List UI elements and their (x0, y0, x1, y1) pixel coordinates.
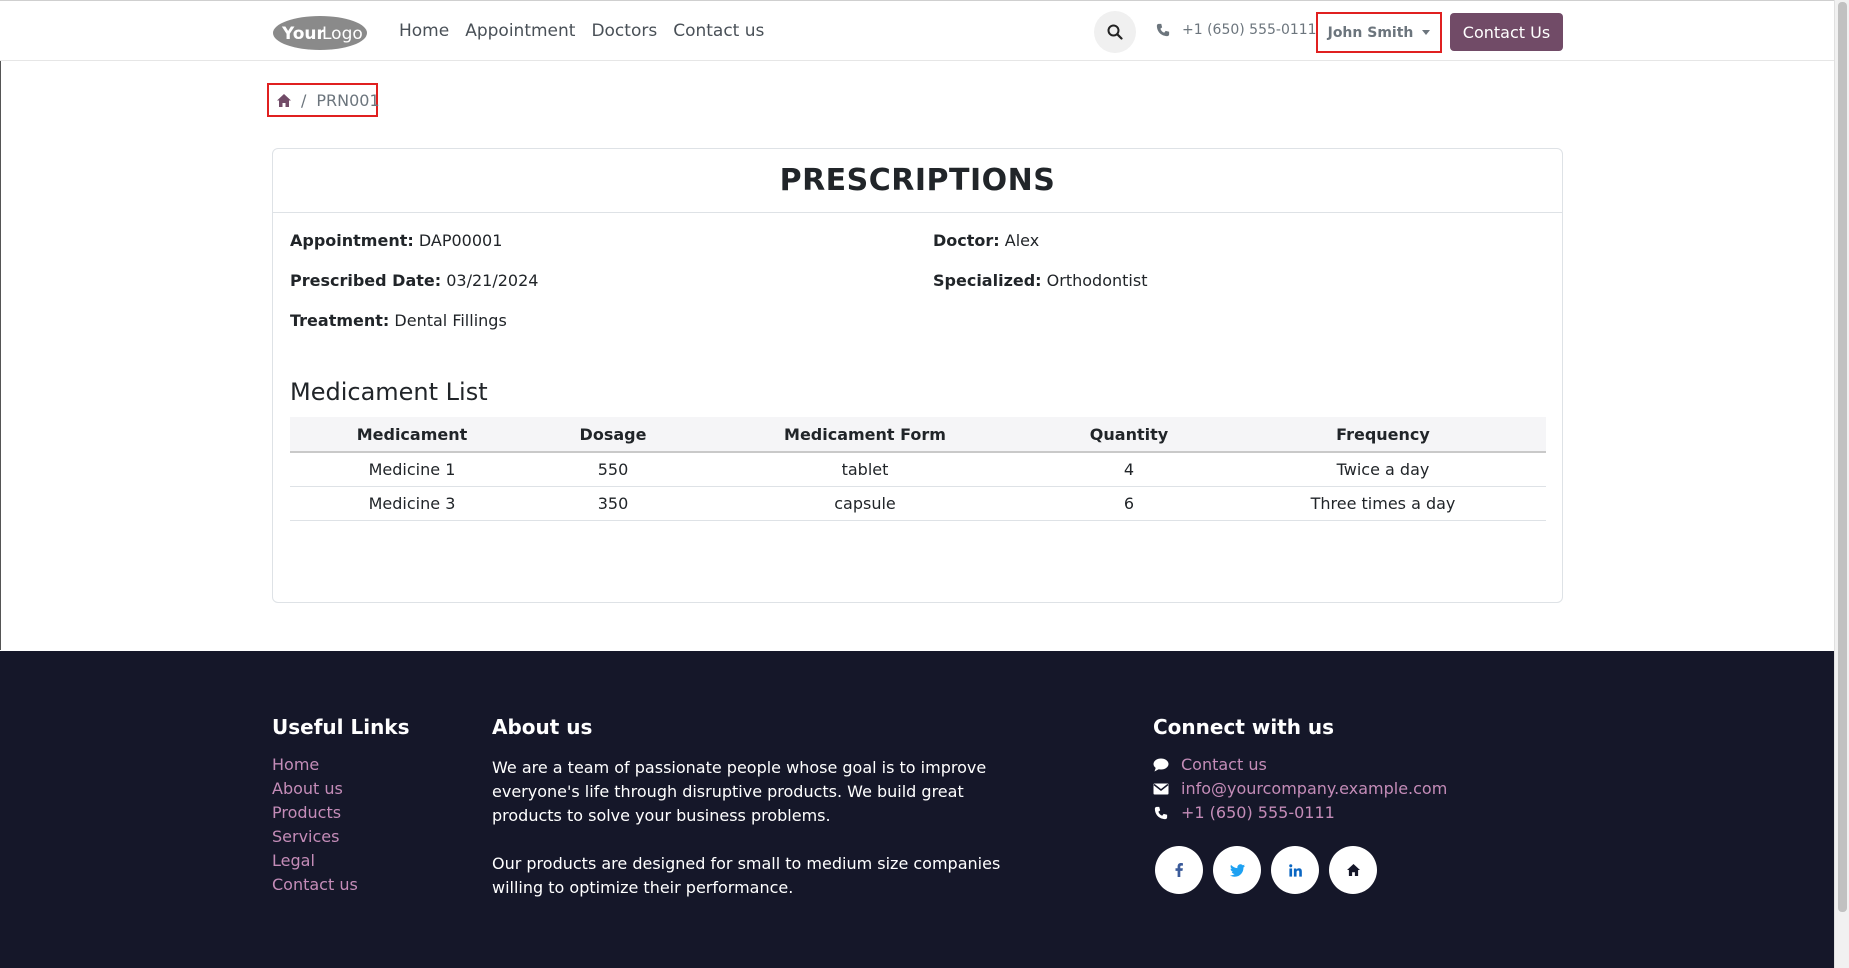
prescribed-date-field: Prescribed Date: 03/21/2024 (290, 271, 538, 290)
cell-form: capsule (692, 486, 1038, 521)
col-frequency: Frequency (1220, 417, 1546, 453)
site-header: Your Logo Home Appointment Doctors Conta… (0, 0, 1834, 61)
footer-link-contact-us[interactable]: Contact us (272, 875, 358, 895)
treatment-field: Treatment: Dental Fillings (290, 311, 507, 330)
footer-link-products[interactable]: Products (272, 803, 358, 823)
phone-icon (1156, 23, 1170, 37)
main-nav: Home Appointment Doctors Contact us (399, 21, 764, 41)
cell-form: tablet (692, 452, 1038, 487)
nav-contact-us[interactable]: Contact us (673, 21, 764, 41)
doctor-value: Alex (1004, 231, 1040, 250)
footer-link-home[interactable]: Home (272, 755, 358, 775)
connect-title: Connect with us (1153, 715, 1335, 739)
svg-text:Your: Your (281, 24, 326, 44)
caret-down-icon (1422, 30, 1431, 35)
table-header-row: Medicament Dosage Medicament Form Quanti… (290, 417, 1546, 453)
home-icon (1346, 864, 1360, 876)
search-icon (1107, 24, 1123, 40)
about-us-title: About us (492, 715, 593, 739)
useful-links-list: Home About us Products Services Legal Co… (272, 755, 358, 895)
col-dosage: Dosage (534, 417, 692, 453)
appointment-label: Appointment: (290, 231, 414, 250)
useful-links-title: Useful Links (272, 715, 410, 739)
col-medicament: Medicament (290, 417, 534, 453)
col-quantity: Quantity (1038, 417, 1220, 453)
breadcrumb-separator: / (301, 90, 307, 110)
connect-email-text: info@yourcompany.example.com (1181, 779, 1448, 798)
company-logo[interactable]: Your Logo (272, 13, 368, 53)
phone-icon (1153, 806, 1169, 820)
vertical-scrollbar[interactable] (1834, 0, 1849, 968)
page-edge (0, 0, 1, 650)
specialized-field: Specialized: Orthodontist (933, 271, 1147, 290)
treatment-value: Dental Fillings (394, 311, 507, 330)
table-row: Medicine 1 550 tablet 4 Twice a day (290, 452, 1546, 487)
user-menu-dropdown[interactable]: John Smith (1316, 12, 1442, 53)
table-row: Medicine 3 350 capsule 6 Three times a d… (290, 486, 1546, 521)
svg-text:Logo: Logo (322, 24, 363, 44)
footer-link-legal[interactable]: Legal (272, 851, 358, 871)
contact-us-button[interactable]: Contact Us (1450, 13, 1563, 51)
specialized-label: Specialized: (933, 271, 1042, 290)
linkedin-button[interactable] (1271, 846, 1319, 894)
about-us-text: We are a team of passionate people whose… (492, 756, 1012, 900)
cell-medicament: Medicine 1 (290, 452, 534, 487)
medicament-list-title: Medicament List (290, 378, 488, 406)
card-header: PRESCRIPTIONS (273, 149, 1562, 213)
prescribed-date-label: Prescribed Date: (290, 271, 442, 290)
nav-appointment[interactable]: Appointment (465, 21, 575, 41)
linkedin-icon (1288, 863, 1302, 877)
envelope-icon (1153, 783, 1169, 795)
doctor-field: Doctor: Alex (933, 231, 1039, 250)
treatment-label: Treatment: (290, 311, 390, 330)
facebook-button[interactable] (1155, 846, 1203, 894)
nav-home[interactable]: Home (399, 21, 449, 41)
appointment-value: DAP00001 (418, 231, 503, 250)
comment-icon (1153, 758, 1169, 772)
cell-frequency: Three times a day (1220, 486, 1546, 521)
social-links (1155, 846, 1377, 894)
home-icon (277, 93, 291, 107)
nav-doctors[interactable]: Doctors (591, 21, 657, 41)
cell-medicament: Medicine 3 (290, 486, 534, 521)
header-phone-number: +1 (650) 555-0111 (1182, 22, 1317, 38)
user-name: John Smith (1327, 24, 1414, 41)
about-paragraph-1: We are a team of passionate people whose… (492, 758, 987, 825)
cell-dosage: 350 (534, 486, 692, 521)
connect-contact-text: Contact us (1181, 755, 1267, 774)
col-medicament-form: Medicament Form (692, 417, 1038, 453)
footer-link-services[interactable]: Services (272, 827, 358, 847)
twitter-button[interactable] (1213, 846, 1261, 894)
cell-quantity: 4 (1038, 452, 1220, 487)
prescription-card: PRESCRIPTIONS Appointment: DAP00001 Pres… (272, 148, 1563, 603)
about-paragraph-2: Our products are designed for small to m… (492, 854, 1001, 897)
connect-list: Contact us info@yourcompany.example.com … (1153, 755, 1447, 823)
doctor-label: Doctor: (933, 231, 1000, 250)
scrollbar-thumb[interactable] (1838, 2, 1847, 912)
facebook-icon (1175, 863, 1183, 877)
site-footer: Useful Links Home About us Products Serv… (0, 651, 1834, 968)
breadcrumb-home[interactable] (277, 92, 291, 108)
twitter-icon (1229, 863, 1245, 877)
connect-phone-link[interactable]: +1 (650) 555-0111 (1153, 803, 1447, 823)
cell-frequency: Twice a day (1220, 452, 1546, 487)
cell-quantity: 6 (1038, 486, 1220, 521)
connect-phone-text: +1 (650) 555-0111 (1181, 803, 1335, 822)
connect-email-link[interactable]: info@yourcompany.example.com (1153, 779, 1447, 799)
medicament-table: Medicament Dosage Medicament Form Quanti… (290, 417, 1546, 521)
footer-link-about-us[interactable]: About us (272, 779, 358, 799)
page-title: PRESCRIPTIONS (779, 163, 1056, 198)
specialized-value: Orthodontist (1046, 271, 1148, 290)
header-phone[interactable]: +1 (650) 555-0111 (1156, 22, 1317, 38)
search-button[interactable] (1094, 11, 1136, 53)
appointment-field: Appointment: DAP00001 (290, 231, 502, 250)
home-button[interactable] (1329, 846, 1377, 894)
cell-dosage: 550 (534, 452, 692, 487)
prescribed-date-value: 03/21/2024 (446, 271, 539, 290)
connect-contact-link[interactable]: Contact us (1153, 755, 1447, 775)
breadcrumb: / PRN001 (267, 83, 380, 117)
breadcrumb-current: PRN001 (316, 90, 380, 110)
